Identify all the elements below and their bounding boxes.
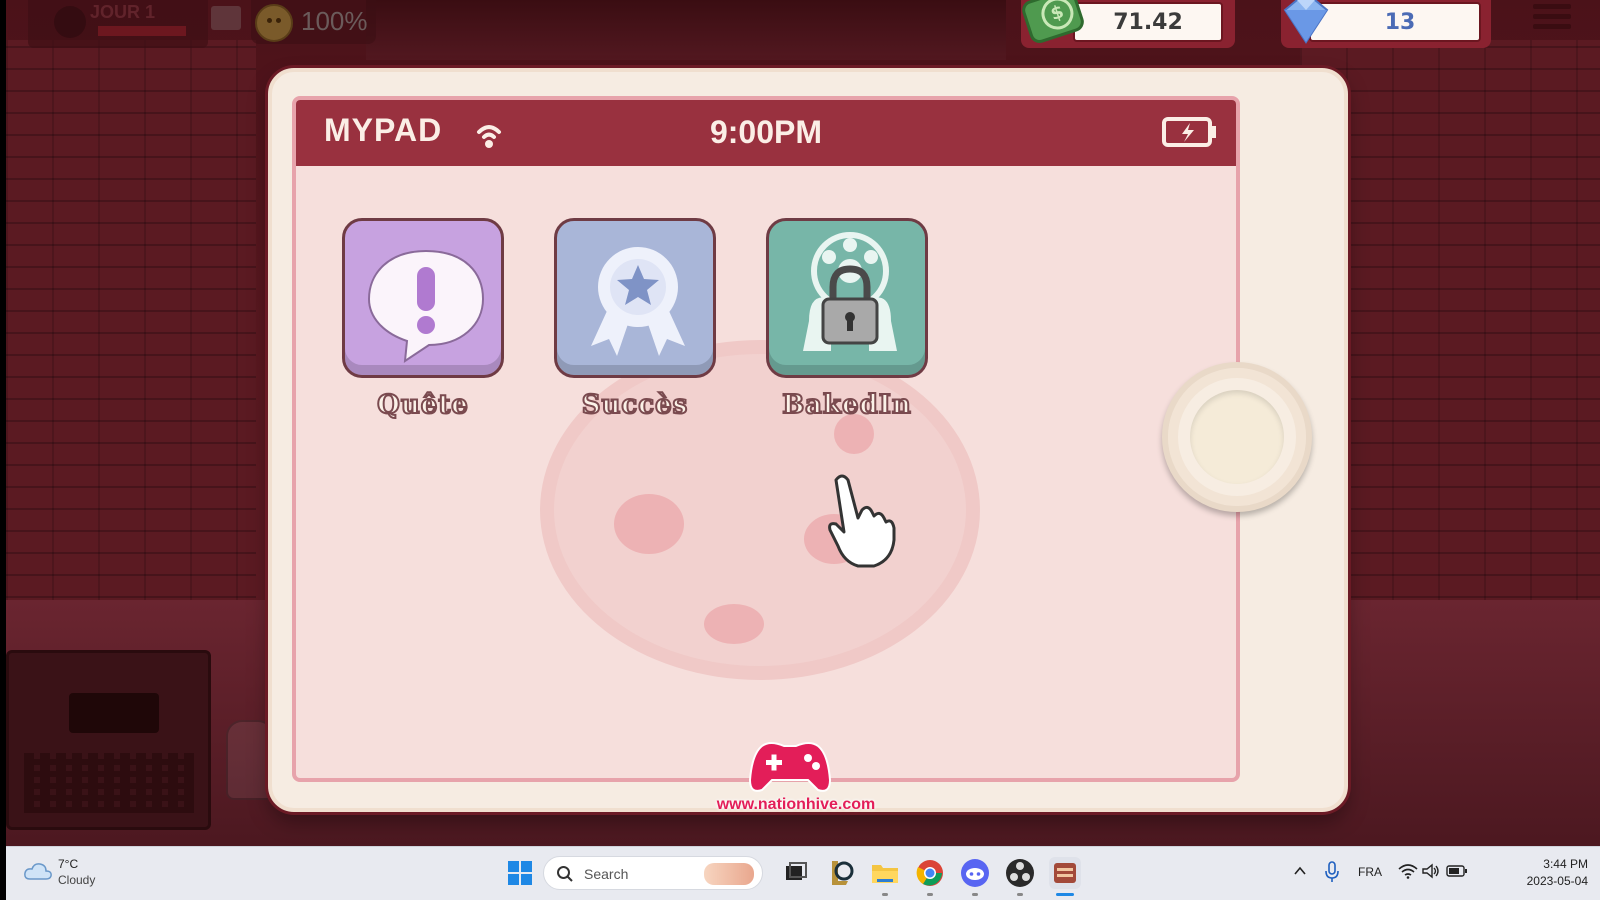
chrome-active-indicator <box>927 893 933 896</box>
discord-icon[interactable] <box>959 857 991 889</box>
discord-active-indicator <box>972 893 978 896</box>
wifi-icon[interactable] <box>1398 863 1418 879</box>
app-quete[interactable]: Quête <box>342 218 504 421</box>
battery-tray-icon[interactable] <box>1446 864 1468 878</box>
mood-indicator: 100% <box>251 0 376 44</box>
mypad-tablet: MYPAD 9:00PM Quête Succès BakedIn <box>268 68 1348 812</box>
hamburger-menu-icon[interactable] <box>1533 4 1571 40</box>
battery-charging-icon <box>1162 117 1216 147</box>
mypad-status-bar: MYPAD 9:00PM <box>296 100 1236 166</box>
input-language[interactable]: FRA <box>1358 865 1382 879</box>
succes-tile[interactable] <box>554 218 716 378</box>
brick-wall-left <box>6 40 256 620</box>
chrome-icon[interactable] <box>914 857 946 889</box>
cash-register <box>6 650 211 830</box>
mypad-screen: MYPAD 9:00PM Quête Succès BakedIn <box>292 96 1240 782</box>
app-succes[interactable]: Succès <box>554 218 716 421</box>
game-scene: JOUR 1 100% 71.42 13 MYPAD 9 <box>6 0 1600 846</box>
chevron-up-icon[interactable] <box>1292 863 1308 879</box>
smiley-face-icon <box>255 4 293 42</box>
game-app-icon[interactable] <box>1049 857 1081 889</box>
taskbar-search[interactable]: Search <box>543 856 763 890</box>
mypad-clock: 9:00PM <box>709 114 823 150</box>
day-label: JOUR 1 <box>90 2 156 22</box>
obs-active-indicator <box>1017 893 1023 896</box>
ceiling-beam <box>366 0 1006 60</box>
award-ribbon-icon <box>591 247 685 356</box>
watermark-url: www.nationhive.com <box>716 796 876 813</box>
register-keys <box>24 753 194 813</box>
app-bakedin[interactable]: BakedIn <box>766 218 928 421</box>
mood-percent: 100% <box>301 6 368 36</box>
game-active-indicator <box>1056 893 1074 896</box>
explorer-active-indicator <box>882 893 888 896</box>
day-gear-icon <box>54 6 86 38</box>
box-icon <box>211 6 241 30</box>
day-indicator: JOUR 1 <box>28 0 208 48</box>
search-icon <box>557 866 573 882</box>
obs-icon[interactable] <box>1004 857 1036 889</box>
microphone-icon[interactable] <box>1324 861 1340 883</box>
money-counter: 71.42 <box>1019 0 1235 48</box>
cloud-icon <box>24 863 52 880</box>
clock-time[interactable]: 3:44 PM <box>1543 857 1588 871</box>
weather-widget[interactable]: 7°C Cloudy <box>24 857 134 893</box>
windows-taskbar: 7°C Cloudy Search FRA 3:44 PM 2023-05-04 <box>6 846 1600 900</box>
bakedin-tile[interactable] <box>766 218 928 378</box>
register-screen <box>69 693 159 733</box>
weather-condition: Cloudy <box>58 873 96 887</box>
search-highlight-art <box>704 863 754 885</box>
hand-pointer-cursor-icon <box>828 474 896 568</box>
jar <box>226 720 274 800</box>
tablet-home-button[interactable] <box>1162 362 1312 512</box>
clock-date[interactable]: 2023-05-04 <box>1527 874 1588 888</box>
volume-icon[interactable] <box>1422 863 1440 879</box>
windows-start-icon[interactable] <box>504 857 536 889</box>
weather-temp: 7°C <box>58 857 79 871</box>
network-lock-icon <box>803 232 897 351</box>
app-label-quete: Quête <box>376 389 469 421</box>
diamond-icon <box>1283 0 1329 44</box>
gem-counter: 13 <box>1281 0 1491 48</box>
system-tray: FRA 3:44 PM 2023-05-04 <box>1280 847 1600 900</box>
gamepad-logo-icon <box>748 742 832 792</box>
app-label-bakedin: BakedIn <box>781 389 912 421</box>
file-explorer-icon[interactable] <box>869 857 901 889</box>
search-placeholder: Search <box>584 866 629 882</box>
task-view-icon[interactable] <box>780 857 812 889</box>
money-value: 71.42 <box>1073 2 1223 42</box>
app-label-succes: Succès <box>581 389 689 421</box>
quete-tile[interactable] <box>342 218 504 378</box>
exclamation-bubble-icon <box>367 249 485 364</box>
day-progress-bar <box>98 26 186 36</box>
league-client-icon[interactable] <box>824 857 856 889</box>
